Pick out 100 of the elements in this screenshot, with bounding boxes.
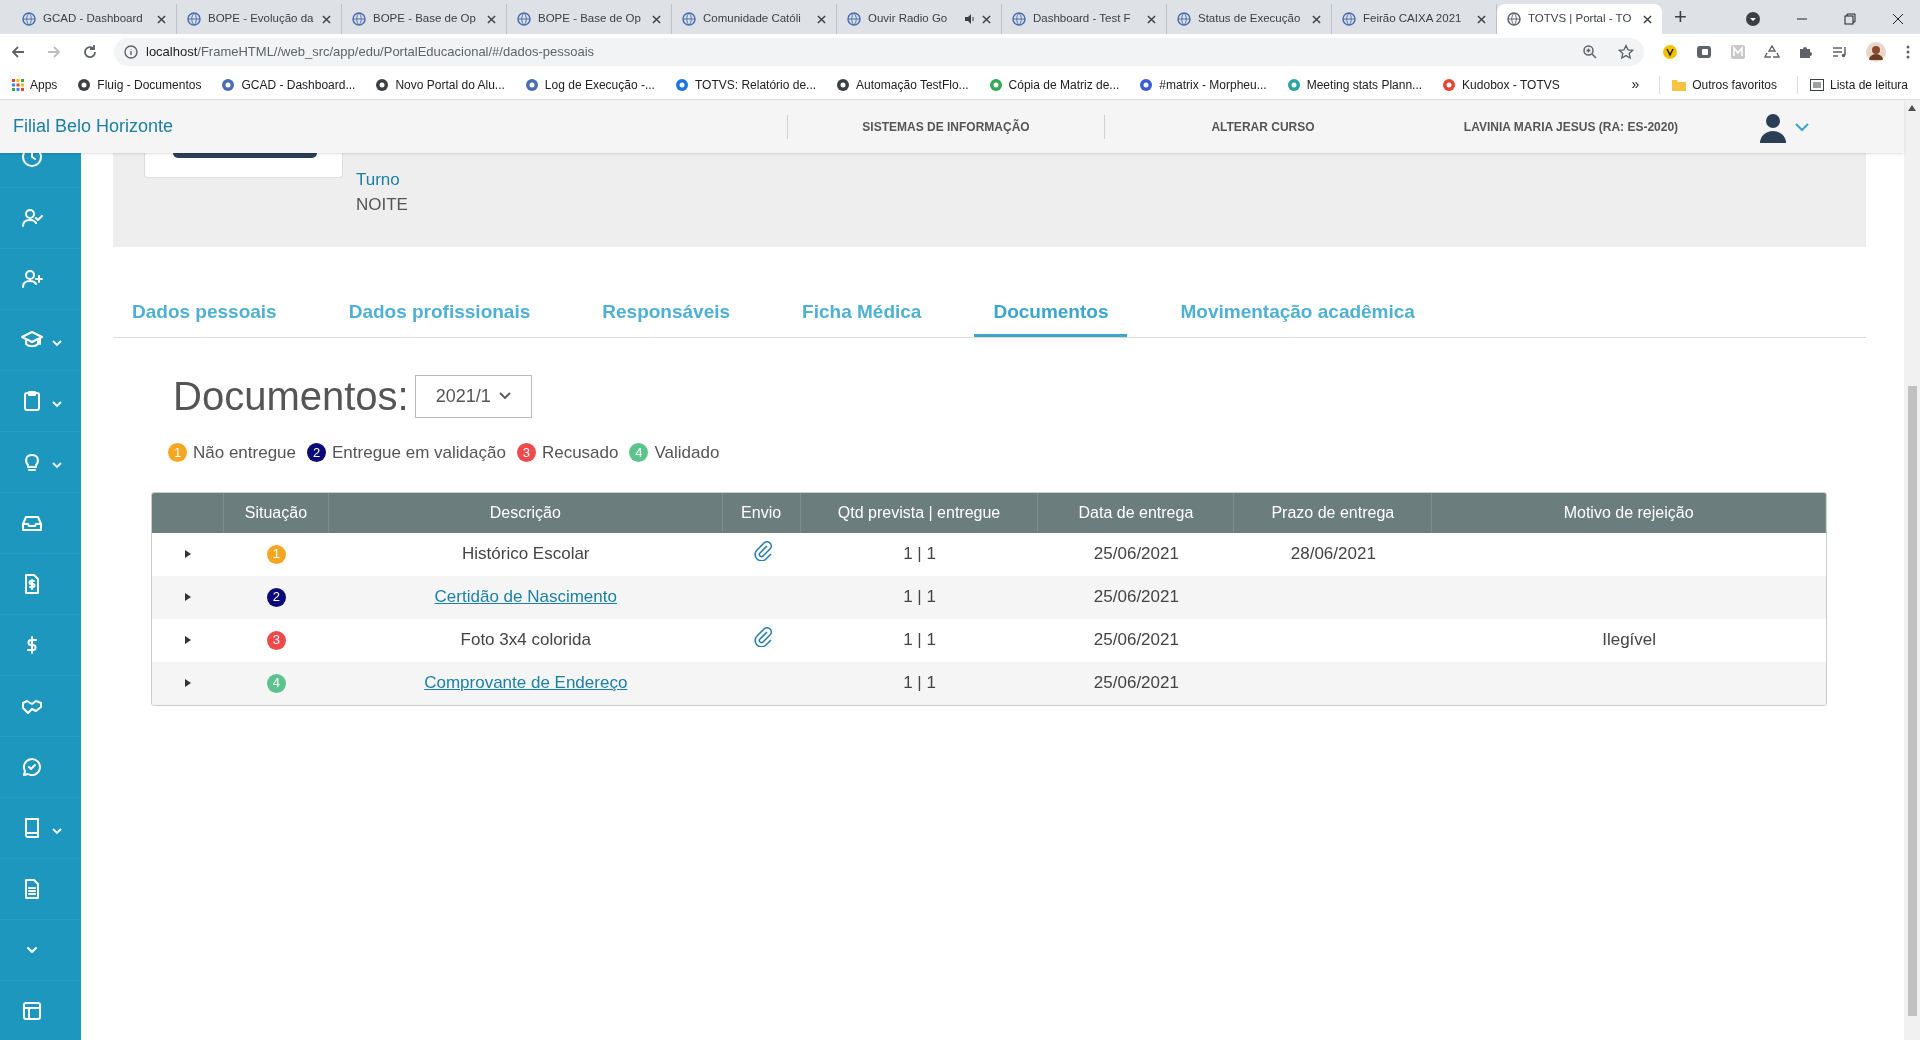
legend-label: Não entregue bbox=[193, 442, 297, 464]
globe-icon bbox=[517, 12, 531, 26]
paperclip-icon[interactable] bbox=[751, 541, 772, 561]
bookmark-link[interactable]: Log de Execução -... bbox=[524, 75, 655, 94]
systems-link[interactable]: SISTEMAS DE INFORMAÇÃO bbox=[788, 117, 1104, 136]
paperclip-icon[interactable] bbox=[751, 627, 772, 647]
user-plus-icon[interactable] bbox=[20, 267, 44, 291]
bookmark-link[interactable]: Kudobox - TOTVS bbox=[1442, 75, 1560, 94]
list-icon bbox=[1809, 78, 1824, 91]
period-select[interactable]: 2021/1 bbox=[414, 374, 532, 418]
documents-heading: Documentos: bbox=[173, 373, 409, 420]
table-cell-text: 1 | 1 bbox=[903, 672, 936, 695]
change-course-link[interactable]: ALTERAR CURSO bbox=[1105, 117, 1421, 136]
avatar-icon[interactable] bbox=[1866, 42, 1886, 62]
circle-icon bbox=[1442, 77, 1457, 92]
document-link[interactable]: Comprovante de Endereço bbox=[424, 670, 628, 696]
legend-label: Recusado bbox=[541, 442, 619, 464]
extension-icon[interactable] bbox=[1696, 44, 1712, 60]
status-badge: 4 bbox=[629, 443, 649, 463]
column-header: Envio bbox=[722, 492, 801, 533]
more-bookmarks-button[interactable]: » bbox=[1631, 74, 1640, 95]
close-icon[interactable] bbox=[322, 14, 331, 24]
close-icon[interactable] bbox=[157, 14, 166, 24]
expand-arrow-icon[interactable] bbox=[184, 593, 191, 601]
browser-tab[interactable]: TOTVS | Portal - TO bbox=[1497, 4, 1662, 34]
status-badge: 2 bbox=[307, 443, 327, 463]
table-row[interactable]: 4 Comprovante de Endereço 1 | 1 25/06/2021 bbox=[152, 661, 1826, 705]
scrollbar[interactable] bbox=[1904, 100, 1920, 1040]
legend-label: Validado bbox=[654, 442, 720, 464]
globe-icon bbox=[1342, 12, 1356, 26]
scroll-up-icon[interactable] bbox=[1908, 105, 1916, 111]
close-icon[interactable] bbox=[487, 14, 496, 24]
bookmark-link[interactable]: TOTVS: Relatório de... bbox=[674, 75, 817, 94]
close-icon[interactable] bbox=[1312, 14, 1321, 24]
table-row[interactable]: 2 Certidão de Nascimento 1 | 1 25/06/2021 bbox=[152, 575, 1826, 619]
close-icon[interactable] bbox=[652, 14, 661, 24]
bookmark-link[interactable]: Novo Portal do Alu... bbox=[375, 75, 505, 94]
close-icon[interactable] bbox=[1147, 14, 1156, 24]
apps-grid-icon bbox=[12, 78, 24, 91]
chat-check-icon[interactable] bbox=[20, 755, 44, 779]
user-name-link[interactable]: LAVINIA MARIA JESUS (RA: ES-2020) bbox=[1421, 117, 1721, 136]
address-bar[interactable]: localhost/FrameHTML//web_src/app/edu/PortalEducacional/#/dados-pessoais bbox=[114, 38, 1644, 66]
globe-icon bbox=[187, 12, 201, 26]
chevron-down-icon[interactable] bbox=[1795, 121, 1809, 132]
table-cell-text: 25/06/2021 bbox=[1093, 586, 1179, 609]
branch-title: Filial Belo Horizonte bbox=[12, 115, 175, 138]
circle-icon bbox=[988, 77, 1003, 92]
table-cell-text: 1 | 1 bbox=[903, 543, 936, 566]
zoom-icon[interactable] bbox=[1582, 44, 1598, 60]
column-header: Prazo de entrega bbox=[1234, 492, 1433, 533]
layout-icon[interactable] bbox=[20, 999, 44, 1023]
bookmark-link[interactable]: Fluig - Documentos bbox=[77, 75, 202, 94]
table-cell-text: Foto 3x4 colorida bbox=[460, 629, 591, 652]
user-check-icon[interactable] bbox=[20, 206, 44, 230]
close-icon[interactable] bbox=[1643, 14, 1652, 24]
recycle-icon[interactable] bbox=[1764, 44, 1780, 60]
close-icon[interactable] bbox=[982, 14, 991, 24]
star-icon[interactable] bbox=[1618, 44, 1634, 60]
puzzle-icon[interactable] bbox=[1798, 44, 1814, 60]
bookmark-link[interactable]: Cópia de Matriz de... bbox=[988, 75, 1120, 94]
back-icon[interactable] bbox=[10, 44, 26, 60]
bookmark-link[interactable]: GCAD - Dashboard... bbox=[221, 75, 356, 94]
scroll-thumb[interactable] bbox=[1907, 386, 1917, 1016]
chevron-down-icon bbox=[498, 392, 511, 400]
column-header: Qtd prevista | entregue bbox=[800, 492, 1039, 533]
expand-arrow-icon[interactable] bbox=[184, 550, 191, 558]
close-icon[interactable] bbox=[817, 14, 826, 24]
close-icon[interactable] bbox=[1892, 13, 1904, 25]
status-badge: 3 bbox=[266, 630, 286, 650]
reload-icon[interactable] bbox=[82, 44, 98, 60]
speaker-icon[interactable] bbox=[965, 14, 975, 24]
forward-icon[interactable] bbox=[46, 44, 62, 60]
table-cell-text: Histórico Escolar bbox=[462, 543, 590, 566]
extension-icon[interactable] bbox=[1662, 44, 1678, 60]
circle-icon bbox=[1286, 77, 1301, 92]
bookmark-link[interactable]: Meeting stats Plann... bbox=[1286, 75, 1423, 94]
playlist-icon[interactable] bbox=[1832, 44, 1848, 60]
status-badge: 3 bbox=[516, 443, 536, 463]
circle-icon bbox=[836, 77, 851, 92]
menu-icon[interactable] bbox=[1906, 45, 1910, 59]
new-tab-button[interactable]: + bbox=[1674, 2, 1687, 32]
globe-icon bbox=[352, 12, 366, 26]
bookmark-link[interactable]: Automação TestFlo... bbox=[836, 75, 969, 94]
bookmark-link[interactable]: Apps bbox=[12, 75, 58, 94]
document-link[interactable]: Certidão de Nascimento bbox=[434, 584, 617, 610]
url-text: localhost/FrameHTML//web_src/app/edu/PortalEducacional/#/dados-pessoais bbox=[146, 43, 594, 62]
info-icon[interactable] bbox=[124, 45, 138, 59]
globe-icon bbox=[1012, 12, 1026, 26]
column-header: Motivo de rejeição bbox=[1432, 492, 1826, 533]
globe-icon bbox=[1507, 12, 1521, 26]
other-bookmarks-link[interactable]: Outros favoritos bbox=[1659, 75, 1777, 94]
reading-list-link[interactable]: Lista de leitura bbox=[1796, 75, 1908, 94]
expand-arrow-icon[interactable] bbox=[184, 636, 191, 644]
tab-search-icon[interactable] bbox=[1746, 12, 1760, 26]
restore-icon[interactable] bbox=[1844, 13, 1856, 25]
close-icon[interactable] bbox=[1477, 14, 1486, 24]
status-badge: 4 bbox=[266, 673, 286, 693]
expand-arrow-icon[interactable] bbox=[184, 679, 191, 687]
bookmark-link[interactable]: #matrix - Morpheu... bbox=[1139, 75, 1267, 94]
column-header: Descrição bbox=[328, 492, 723, 533]
